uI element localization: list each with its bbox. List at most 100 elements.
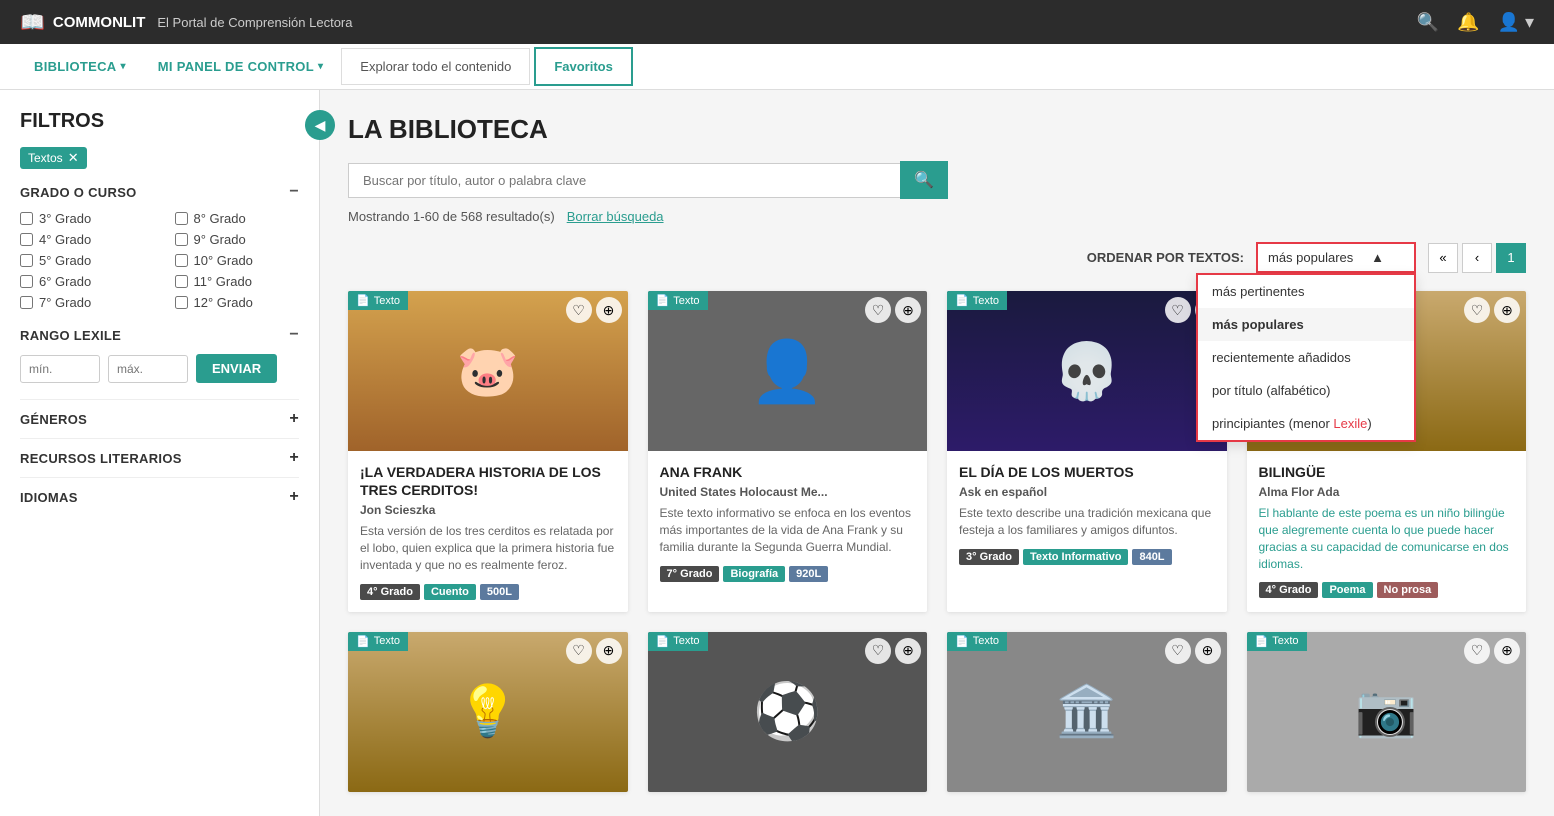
card-author: Jon Scieszka [360,503,616,517]
bottom-card-1[interactable]: 📄 Texto 💡 ♡ ⊕ [348,632,628,792]
card-add-btn[interactable]: ⊕ [895,638,921,664]
bell-icon[interactable]: 🔔 [1457,12,1479,33]
grade-checkbox-12[interactable] [175,296,188,309]
doc-icon: 📄 [356,294,370,307]
lexile-header: RANGO LEXILE − [20,326,299,344]
lexile-collapse-icon[interactable]: − [289,326,299,344]
sidebar-toggle[interactable]: ◀ [305,110,335,140]
recursos-expand-icon[interactable]: + [289,449,299,467]
card-favorite-btn[interactable]: ♡ [1464,297,1490,323]
grade-grid: 3° Grado 8° Grado 4° Grado 9° Grado 5° G… [20,211,299,310]
lexile-row: ENVIAR [20,354,299,383]
pagination-first[interactable]: « [1428,243,1458,273]
card-actions: ♡ ⊕ [566,638,622,664]
recursos-label: RECURSOS LITERARIOS [20,451,182,466]
brand-logo[interactable]: 📖 COMMONLIT [20,10,145,35]
pagination-current[interactable]: 1 [1496,243,1526,273]
card-favorite-btn[interactable]: ♡ [865,297,891,323]
pagination-prev[interactable]: ‹ [1462,243,1492,273]
sort-option-recientes[interactable]: recientemente añadidos [1198,341,1414,374]
tag-grade: 3° Grado [959,549,1019,565]
card-favorite-btn[interactable]: ♡ [865,638,891,664]
tag-lexile: 500L [480,584,519,600]
grade-item-4: 4° Grado [20,232,145,247]
grade-checkbox-8[interactable] [175,212,188,225]
grade-checkbox-9[interactable] [175,233,188,246]
card-ana-frank[interactable]: 📄 Texto 👤 ♡ ⊕ ANA FRANK United States Ho… [648,291,928,612]
sort-select-wrapper: más populares ▲ más pertinentes más popu… [1256,242,1416,273]
nav-mi-panel[interactable]: MI PANEL DE CONTROL ▾ [144,49,338,84]
tab-favoritos[interactable]: Favoritos [534,47,633,86]
sort-caret-icon: ▲ [1371,250,1384,265]
grade-title: GRADO O CURSO [20,185,137,200]
grade-checkbox-4[interactable] [20,233,33,246]
sort-selected-label: más populares [1268,250,1353,265]
bottom-card-4[interactable]: 📄 Texto 📷 ♡ ⊕ [1247,632,1527,792]
results-row: Mostrando 1-60 de 568 resultado(s) Borra… [348,209,1526,224]
brand-area: 📖 COMMONLIT El Portal de Comprensión Lec… [20,10,353,35]
card-body-ana-frank: ANA FRANK United States Holocaust Me... … [648,451,928,594]
card-label: 📄 Texto [348,632,408,651]
bottom-card-2[interactable]: 📄 Texto ⚽ ♡ ⊕ [648,632,928,792]
card-favorite-btn[interactable]: ♡ [1165,297,1191,323]
bottom-card-3[interactable]: 📄 Texto 🏛️ ♡ ⊕ [947,632,1227,792]
grade-checkbox-10[interactable] [175,254,188,267]
card-actions: ♡ ⊕ [1464,297,1520,323]
grade-checkbox-3[interactable] [20,212,33,225]
tag-noprose: No prosa [1377,582,1439,598]
enviar-button[interactable]: ENVIAR [196,354,277,383]
sort-label: ORDENAR POR TEXTOS: [1087,250,1244,265]
search-input[interactable] [348,163,900,198]
card-favorite-btn[interactable]: ♡ [1165,638,1191,664]
sort-select[interactable]: más populares ▲ [1256,242,1416,273]
card-add-btn[interactable]: ⊕ [596,638,622,664]
sort-option-principiantes[interactable]: principiantes (menor Lexile) [1198,407,1414,440]
card-add-btn[interactable]: ⊕ [1195,638,1221,664]
search-button[interactable]: 🔍 [900,161,948,199]
book-icon: 📖 [20,10,45,35]
grade-checkbox-5[interactable] [20,254,33,267]
user-icon[interactable]: 👤 ▾ [1498,12,1534,33]
card-add-btn[interactable]: ⊕ [1494,297,1520,323]
doc-icon: 📄 [955,635,969,648]
filter-close-icon[interactable]: ✕ [68,150,79,166]
card-favorite-btn[interactable]: ♡ [566,638,592,664]
tag-genre: Biografía [723,566,785,582]
card-actions: ♡ ⊕ [1165,638,1221,664]
clear-search-link[interactable]: Borrar búsqueda [567,209,664,224]
sort-option-titulo[interactable]: por título (alfabético) [1198,374,1414,407]
tag-lexile: 840L [1132,549,1171,565]
nav-biblioteca[interactable]: BIBLIOTECA ▾ [20,49,140,84]
card-tres-cerditos[interactable]: 📄 Texto 🐷 ♡ ⊕ ¡LA VERDADERA HISTORIA DE … [348,291,628,612]
card-title: BILINGÜE [1259,463,1515,481]
card-author: Ask en español [959,485,1215,499]
tab-explorar[interactable]: Explorar todo el contenido [341,48,530,85]
grade-collapse-icon[interactable]: − [289,183,299,201]
card-add-btn[interactable]: ⊕ [596,297,622,323]
lexile-max-input[interactable] [108,355,188,383]
sort-option-relevantes[interactable]: más pertinentes [1198,275,1414,308]
card-favorite-btn[interactable]: ♡ [1464,638,1490,664]
grade-checkbox-7[interactable] [20,296,33,309]
idiomas-expand-icon[interactable]: + [289,488,299,506]
card-add-btn[interactable]: ⊕ [895,297,921,323]
tag-genre: Texto Informativo [1023,549,1128,565]
secondary-nav: BIBLIOTECA ▾ MI PANEL DE CONTROL ▾ Explo… [0,44,1554,90]
doc-icon: 📄 [955,294,969,307]
grade-item-12: 12° Grado [175,295,300,310]
card-add-btn[interactable]: ⊕ [1494,638,1520,664]
card-actions: ♡ ⊕ [865,297,921,323]
pagination: « ‹ 1 [1428,243,1526,273]
grade-checkbox-6[interactable] [20,275,33,288]
idiomas-label: IDIOMAS [20,490,78,505]
card-dia-muertos[interactable]: 📄 Texto 💀 ♡ ⊕ EL DÍA DE LOS MUERTOS Ask … [947,291,1227,612]
lexile-min-input[interactable] [20,355,100,383]
generos-expand-icon[interactable]: + [289,410,299,428]
card-body-tres-cerditos: ¡LA VERDADERA HISTORIA DE LOS TRES CERDI… [348,451,628,612]
card-favorite-btn[interactable]: ♡ [566,297,592,323]
sort-option-populares[interactable]: más populares [1198,308,1414,341]
card-actions: ♡ ⊕ [566,297,622,323]
card-actions: ♡ ⊕ [1464,638,1520,664]
grade-checkbox-11[interactable] [175,275,188,288]
search-icon[interactable]: 🔍 [1417,12,1439,33]
